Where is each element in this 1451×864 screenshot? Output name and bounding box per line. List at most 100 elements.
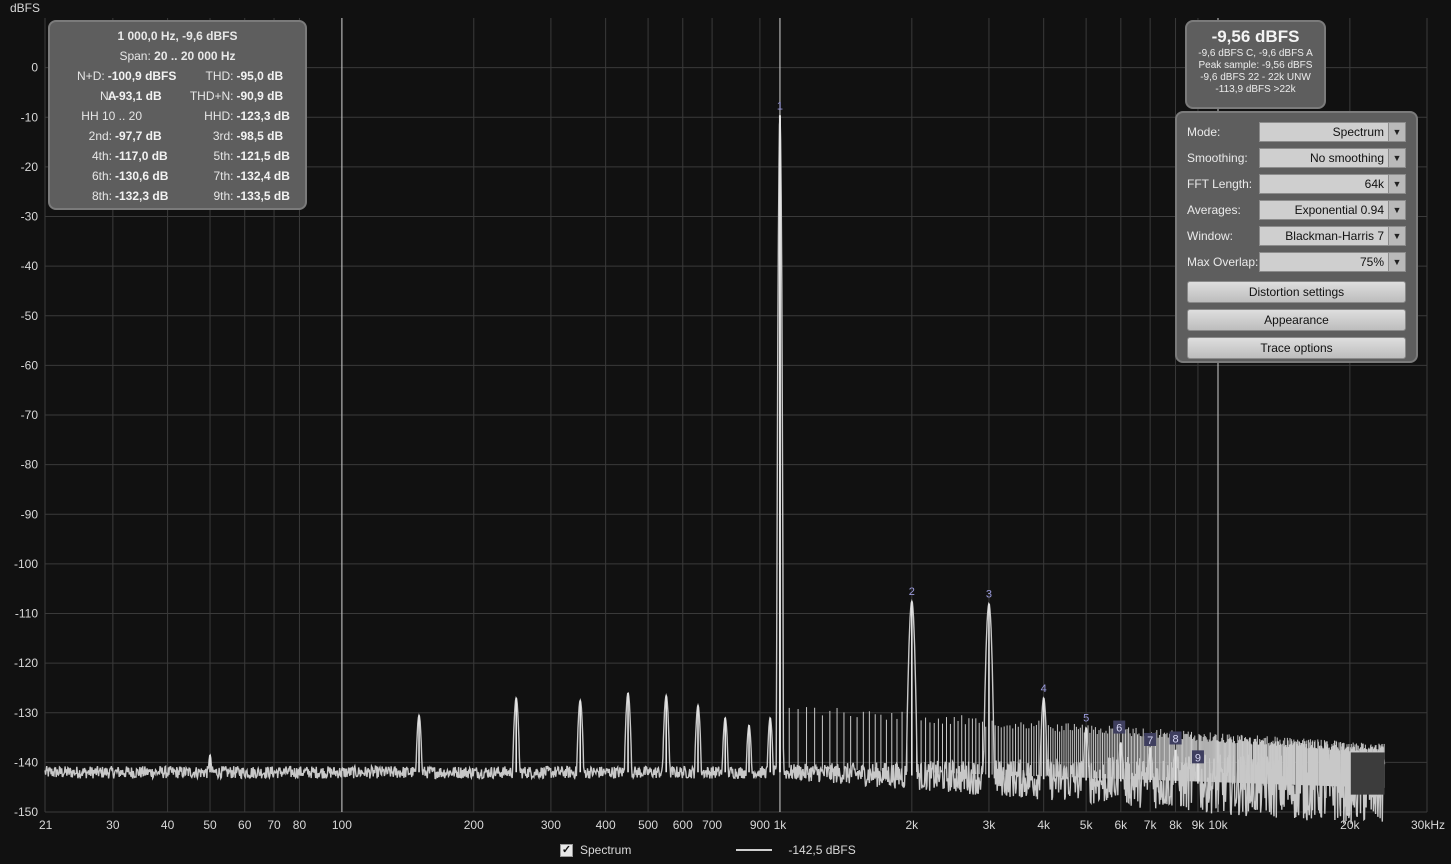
x-tick-labels: 21 30 40 50 60 70 80 100 200 300 400 500 600 700 900 1k… [39,818,1445,832]
stat-label: THD+N: [189,89,234,103]
x-tick-label: 60 [238,818,252,832]
y-tick-label: -100 [14,557,38,571]
x-tick-label: 9k [1192,818,1206,832]
y-tick-label: -50 [21,309,39,323]
x-tick-label: 300 [541,818,561,832]
stat-label: 8th: [91,189,112,203]
window-value: Blackman-Harris 7 [1285,229,1384,243]
x-tick-label: 600 [673,818,693,832]
stat-row: 6th: -130,6 dB 7th: -132,4 dB [56,166,299,186]
y-axis-label: dBFS [10,1,40,15]
legend-line-swatch [736,849,773,851]
window-label: Window: [1187,229,1234,243]
y-tick-label: -20 [21,160,39,174]
stat-value: -93,1 dB [115,89,162,103]
stat-label: HH 10 .. 20 [81,109,142,123]
x-tick-label: 2k [905,818,919,832]
stat-label: 5th: [213,149,234,163]
y-tick-label: -110 [15,607,38,621]
x-tick-label: 8k [1169,818,1183,832]
distortion-settings-button[interactable]: Distortion settings [1187,281,1406,303]
y-tick-label: 0 [31,61,38,75]
stat-value: -132,3 dB [115,189,169,203]
level-main: -9,56 dBFS [1211,27,1300,46]
stat-value [142,106,145,126]
chevron-down-icon[interactable]: ▼ [1388,253,1405,271]
stat-label: 2nd: [88,129,112,143]
chevron-down-icon[interactable]: ▼ [1388,175,1405,193]
level-line: -9,6 dBFS 22 - 22k UNW [1200,72,1311,83]
level-line: Peak sample: -9,56 dBFS [1198,60,1313,71]
stat-label: 4th: [91,149,112,163]
chevron-down-icon[interactable]: ▼ [1388,201,1405,219]
mode-select[interactable]: Spectrum ▼ [1259,122,1406,142]
stat-value: -97,7 dB [115,129,162,143]
analyzer-controls-panel: Mode: Spectrum ▼ Smoothing: No smoothing ▼… [1175,111,1418,363]
harmonic-marker-label: 7 [1147,735,1153,747]
x-tick-label: 400 [596,818,616,832]
appearance-button[interactable]: Appearance [1187,309,1406,331]
mode-label: Mode: [1187,125,1221,139]
stat-label: THD: [205,69,234,83]
stat-value: -121,5 dB [236,149,290,163]
fft-length-label: FFT Length: [1187,177,1253,191]
x-tick-label: 100 [332,818,352,832]
span-value: 20 .. 20 000 Hz [154,49,236,63]
averages-label: Averages: [1187,203,1241,217]
averages-select[interactable]: Exponential 0.94 ▼ [1259,200,1406,220]
y-tick-label: -60 [21,358,39,372]
x-tick-label: 1k [774,818,788,832]
stat-value: -100,9 dBFS A [107,69,177,103]
x-tick-label: 7k [1144,818,1158,832]
stat-label: N: [100,89,112,103]
distortion-stats-panel[interactable]: 1 000,0 Hz, -9,6 dBFS Span: 20 .. 20 000… [48,20,307,210]
x-tick-label: 500 [638,818,658,832]
y-tick-label: -140 [14,755,38,769]
chevron-down-icon[interactable]: ▼ [1388,149,1405,167]
harmonic-marker-label: 3 [986,589,992,601]
fft-length-row: FFT Length: 64k ▼ [1187,171,1406,197]
fft-length-value: 64k [1364,177,1384,191]
harmonic-marker-label: 4 [1041,683,1047,695]
level-readout-panel[interactable]: -9,56 dBFS -9,6 dBFS C, -9,6 dBFS A Peak… [1185,20,1326,109]
window-select[interactable]: Blackman-Harris 7 ▼ [1259,226,1406,246]
x-tick-label: 6k [1114,818,1128,832]
x-tick-label: 30kHz [1411,818,1445,832]
harmonic-marker-label: 9 [1195,752,1201,764]
mode-value: Spectrum [1332,125,1384,139]
x-tick-label: 70 [267,818,281,832]
window-row: Window: Blackman-Harris 7 ▼ [1187,223,1406,249]
level-line: -113,9 dBFS >22k [1215,84,1296,95]
chevron-down-icon[interactable]: ▼ [1388,227,1405,245]
stat-row: 8th: -132,3 dB 9th: -133,5 dB [56,186,299,206]
y-tick-label: -10 [21,110,39,124]
y-tick-label: -30 [21,210,39,224]
stat-value: -117,0 dB [115,149,168,163]
trace-options-button[interactable]: Trace options [1187,337,1406,359]
stat-row: N+D: -100,9 dBFS A THD: -95,0 dB [56,66,299,103]
x-tick-label: 200 [464,818,484,832]
x-tick-label: 80 [293,818,307,832]
x-tick-label: 50 [203,818,217,832]
stat-row: N: -93,1 dB THD+N: -90,9 dB [56,86,299,106]
x-tick-label: 4k [1037,818,1051,832]
stat-label: N+D: [77,69,105,83]
smoothing-select[interactable]: No smoothing ▼ [1259,148,1406,168]
stat-value: -123,3 dB [236,109,290,123]
mode-row: Mode: Spectrum ▼ [1187,119,1406,145]
stat-label: HHD: [204,109,234,123]
fft-length-select[interactable]: 64k ▼ [1259,174,1406,194]
averages-value: Exponential 0.94 [1294,203,1384,217]
stat-row: 2nd: -97,7 dB 3rd: -98,5 dB [56,126,299,146]
chevron-down-icon[interactable]: ▼ [1388,123,1405,141]
span-label: Span: [119,49,151,63]
stat-row: HH 10 .. 20 HHD: -123,3 dB [56,106,299,126]
harmonic-marker-label: 5 [1083,713,1089,725]
smoothing-value: No smoothing [1309,151,1384,165]
max-overlap-select[interactable]: 75% ▼ [1259,252,1406,272]
spectrum-checkbox[interactable]: ✓ [560,843,573,857]
x-tick-label: 3k [983,818,997,832]
y-tick-label: -150 [14,805,38,819]
stat-value: -90,9 dB [236,89,284,103]
span-readout: Span: 20 .. 20 000 Hz [56,46,299,66]
